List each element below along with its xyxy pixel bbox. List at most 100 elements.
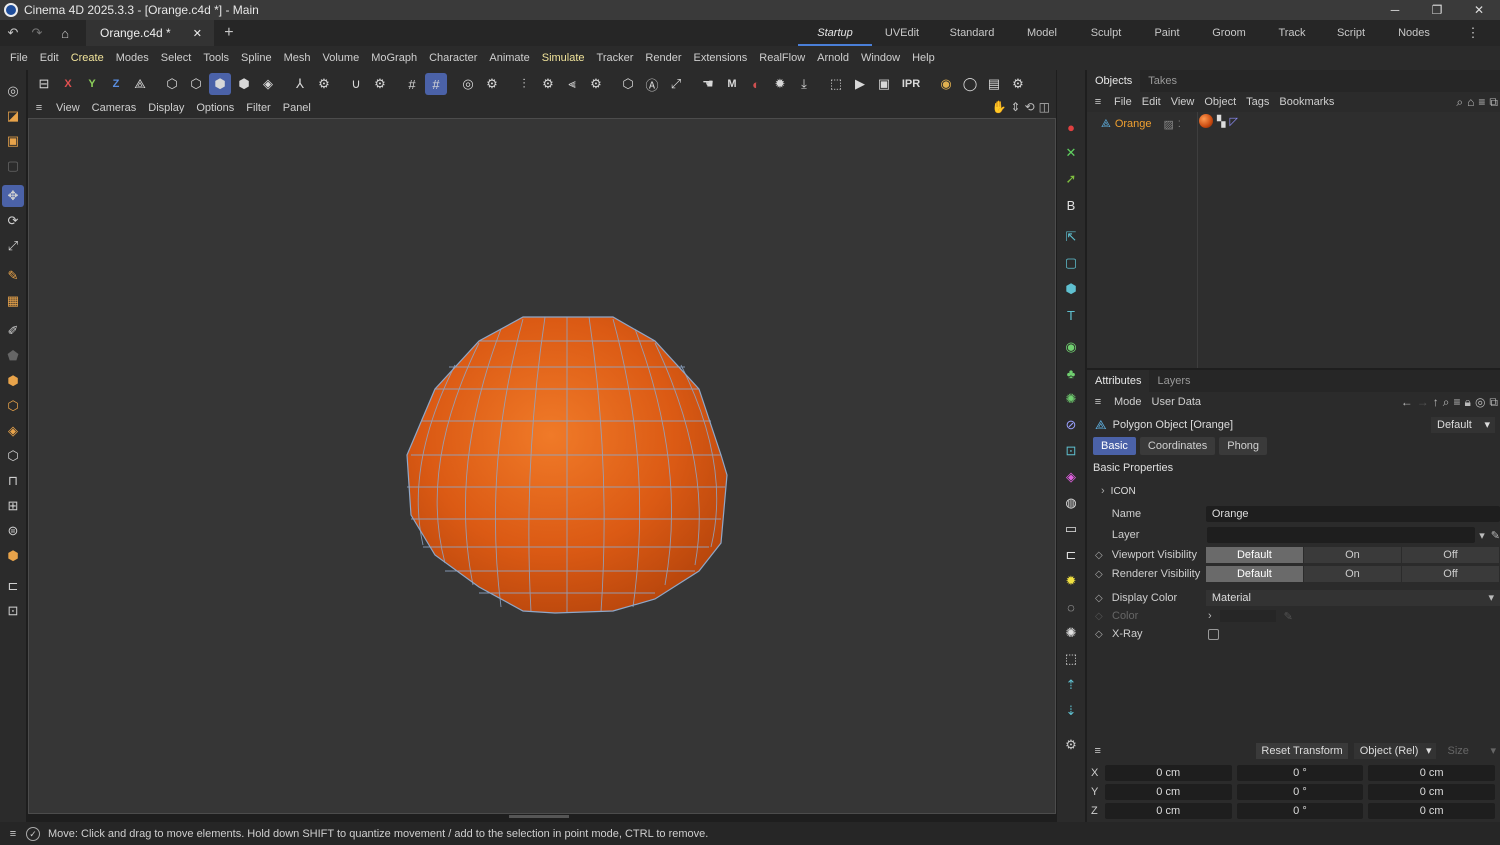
selection-frame-icon[interactable]: ⬚ [1060, 648, 1082, 670]
home-icon[interactable]: ⌂ [54, 22, 76, 44]
menu-edit[interactable]: Edit [34, 52, 65, 64]
menu-tracker[interactable]: Tracker [591, 52, 640, 64]
settings-gear-icon[interactable]: ⚙ [1060, 734, 1082, 756]
attr-search-icon[interactable]: ⌕ [1443, 395, 1450, 410]
redo-icon[interactable]: ↷ [26, 22, 48, 44]
auto-key-icon[interactable]: Ⓐ [641, 73, 663, 95]
model-cube-icon[interactable]: ⬡ [2, 445, 24, 467]
workplane-target-icon[interactable]: ◎ [457, 73, 479, 95]
layout-uvedit[interactable]: UVEdit [872, 20, 932, 46]
render-region-icon[interactable]: ⬚ [825, 73, 847, 95]
material-icon[interactable]: ⬢ [2, 545, 24, 567]
null-object-icon[interactable]: ⇱ [1060, 226, 1082, 248]
polygon-mode-icon[interactable]: ◈ [2, 420, 24, 442]
filter-icon[interactable]: ≡ [1478, 95, 1485, 110]
object-row-orange[interactable]: ⟁ Orange ▨ ⁚ [1101, 116, 1181, 132]
ipr-button[interactable]: IPR [897, 73, 925, 95]
mirror-settings-icon[interactable]: ⚙ [585, 73, 607, 95]
position-y-field[interactable]: 0 cm [1104, 784, 1232, 800]
globe-render-icon[interactable]: ◉ [935, 73, 957, 95]
workplane-icon[interactable]: ▣ [2, 130, 24, 152]
object-name[interactable]: Orange [1115, 118, 1152, 130]
more-options-icon[interactable]: ⋮ [1462, 22, 1484, 44]
render-settings-gear-icon[interactable]: ⚙ [1007, 73, 1029, 95]
menu-render[interactable]: Render [639, 52, 687, 64]
viewport-visibility-toggle[interactable]: Default On Off [1205, 547, 1500, 563]
stage-icon[interactable]: ⊏ [1060, 544, 1082, 566]
texture-mode-icon[interactable]: ◪ [2, 105, 24, 127]
uv-mode-icon[interactable]: ▢ [2, 155, 24, 177]
toggle-view-icon[interactable]: ◫ [1039, 100, 1050, 114]
y-axis-lock-button[interactable]: Y [81, 73, 103, 95]
viewport-resize-handle[interactable] [509, 815, 569, 818]
arrow-up-icon[interactable]: ⇡ [1060, 674, 1082, 696]
environment-icon[interactable]: ◍ [1060, 492, 1082, 514]
menu-file[interactable]: File [4, 52, 34, 64]
workplane-settings-icon[interactable]: ⚙ [481, 73, 503, 95]
rotation-b-field[interactable]: 0 ° [1236, 803, 1364, 819]
m-plugin-icon[interactable]: M [721, 73, 743, 95]
menu-realflow[interactable]: RealFlow [753, 52, 811, 64]
layout-startup[interactable]: Startup [798, 20, 872, 46]
maximize-button[interactable]: ❐ [1416, 0, 1458, 20]
menu-animate[interactable]: Animate [483, 52, 535, 64]
keyframe-diamond-icon[interactable]: ◇ [1095, 593, 1107, 604]
coordinate-system-icon[interactable]: ⟁ [129, 73, 151, 95]
new-window-icon[interactable]: ⧉ [1489, 95, 1498, 110]
target-icon[interactable]: ◎ [1475, 395, 1485, 410]
search-icon[interactable]: ⌕ [1456, 95, 1463, 110]
cube-icon[interactable]: ⬢ [1060, 278, 1082, 300]
object-list[interactable]: ⟁ Orange ▨ ⁚ ▚ ◸ [1087, 112, 1500, 368]
menu-mograph[interactable]: MoGraph [365, 52, 423, 64]
rotate-tool-icon[interactable]: ⟳ [2, 210, 24, 232]
position-z-field[interactable]: 0 cm [1104, 803, 1232, 819]
arrow-green-icon[interactable]: ➚ [1060, 168, 1082, 190]
objects-menu-file[interactable]: File [1109, 96, 1137, 108]
z-axis-lock-button[interactable]: Z [105, 73, 127, 95]
stairs-icon[interactable]: ⊏ [2, 575, 24, 597]
phong-tag-icon[interactable]: ◸ [1229, 115, 1237, 128]
vv-off[interactable]: Off [1401, 547, 1500, 563]
x-axis-lock-button[interactable]: X [57, 73, 79, 95]
menu-window[interactable]: Window [855, 52, 906, 64]
redshift-icon[interactable]: ◐ [745, 73, 767, 95]
edges-mode-button[interactable]: ⬡ [185, 73, 207, 95]
3d-viewport[interactable] [28, 118, 1056, 818]
points-mode-icon[interactable]: ▦ [2, 290, 24, 312]
polygons-mode-button[interactable]: ⬢ [209, 73, 231, 95]
symmetry-icon[interactable]: ⫶ [513, 73, 535, 95]
viewport-menu-view[interactable]: View [50, 102, 86, 114]
model-mode-button[interactable]: ⬢ [233, 73, 255, 95]
cloner-icon[interactable]: ♣ [1060, 362, 1082, 384]
vv-on[interactable]: On [1303, 547, 1402, 563]
menu-volume[interactable]: Volume [317, 52, 366, 64]
home-icon[interactable]: ⌂ [1467, 95, 1474, 110]
mirror-icon[interactable]: ⫷ [561, 73, 583, 95]
symmetry-settings-icon[interactable]: ⚙ [537, 73, 559, 95]
renderer-visibility-toggle[interactable]: Default On Off [1205, 566, 1500, 582]
menu-tools[interactable]: Tools [197, 52, 235, 64]
viewport-menu-filter[interactable]: Filter [240, 102, 276, 114]
undo-icon[interactable]: ↶ [2, 22, 24, 44]
effector-icon[interactable]: ✺ [1060, 388, 1082, 410]
tab-objects[interactable]: Objects [1087, 70, 1141, 92]
traffic-light-icon[interactable]: ● [1060, 116, 1082, 138]
up-arrow-icon[interactable]: ↑ [1433, 395, 1439, 410]
layout-track[interactable]: Track [1264, 20, 1320, 46]
soft-selection-icon[interactable]: ⬡ [617, 73, 639, 95]
layout-script[interactable]: Script [1320, 20, 1382, 46]
layout-sculpt[interactable]: Sculpt [1072, 20, 1140, 46]
download-icon[interactable]: ⤓ [793, 73, 815, 95]
name-field[interactable]: Orange [1205, 506, 1500, 522]
edge-mode-icon[interactable]: ⬡ [2, 395, 24, 417]
frame-icon[interactable]: ⊡ [2, 600, 24, 622]
spot-light-icon[interactable]: ◌ [1060, 596, 1082, 618]
generator-icon[interactable]: ◉ [1060, 336, 1082, 358]
close-window-button[interactable]: ✕ [1458, 0, 1500, 20]
icon-group-row[interactable]: › ICON [1087, 482, 1500, 500]
checker-tag-icon[interactable]: ▚ [1217, 115, 1225, 128]
cylinder-icon[interactable]: ⊜ [2, 520, 24, 542]
light-icon[interactable]: ✹ [1060, 570, 1082, 592]
gear-burst-icon[interactable]: ✹ [769, 73, 791, 95]
objects-menu-bookmarks[interactable]: Bookmarks [1274, 96, 1339, 108]
